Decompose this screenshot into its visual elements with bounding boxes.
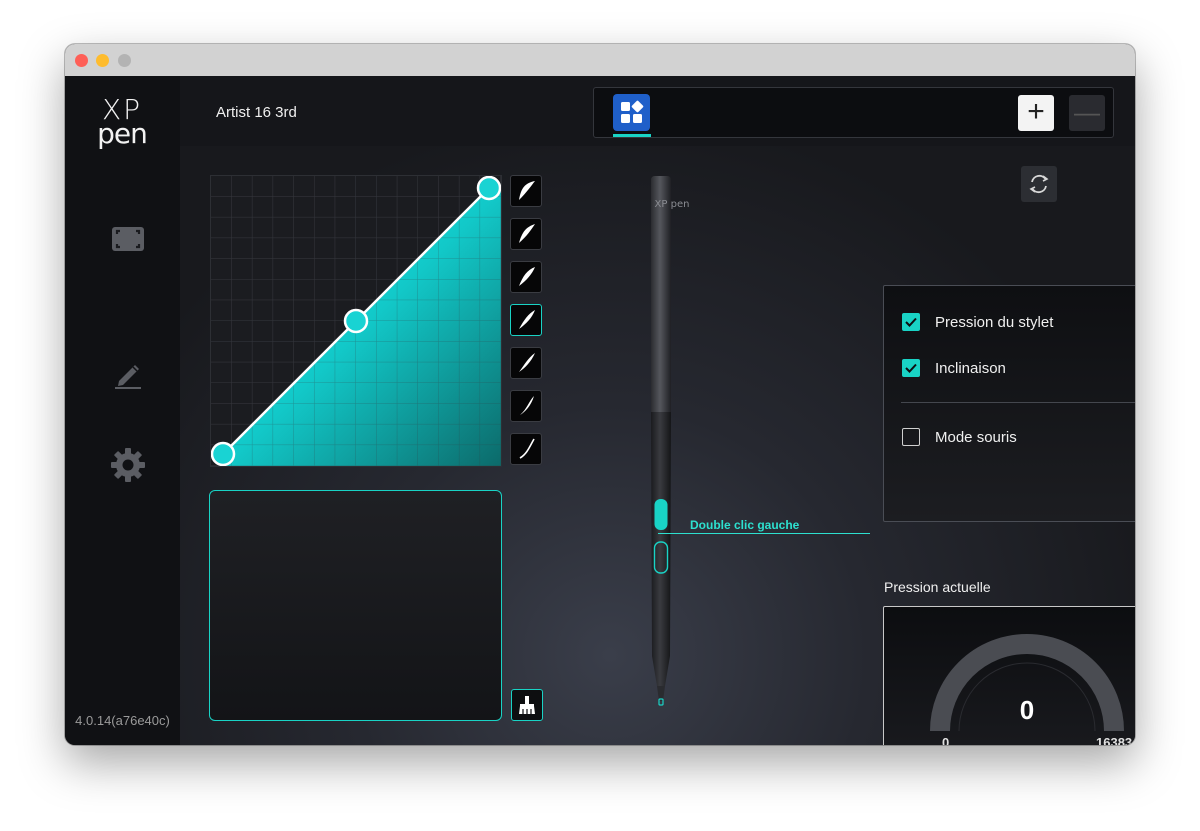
curve-preset-icon bbox=[520, 396, 534, 415]
pen-icon bbox=[115, 365, 141, 389]
zoom-window-button[interactable] bbox=[118, 54, 131, 67]
curve-preset-7[interactable] bbox=[510, 433, 542, 465]
minimize-window-button[interactable] bbox=[96, 54, 109, 67]
pen-upper-button bbox=[654, 499, 668, 530]
pen-pressure-checkbox[interactable] bbox=[902, 313, 920, 331]
stylus-illustration bbox=[632, 176, 692, 716]
curve-point-start bbox=[210, 441, 236, 467]
curve-preset-icon bbox=[519, 181, 535, 200]
app-bar: + — bbox=[593, 87, 1114, 138]
curve-preset-3[interactable] bbox=[510, 261, 542, 293]
pressure-min: 0 bbox=[942, 735, 950, 745]
curve-preset-icon bbox=[519, 224, 535, 243]
sidebar-item-settings[interactable] bbox=[109, 446, 147, 484]
brush-icon bbox=[519, 696, 535, 714]
all-apps-icon bbox=[621, 100, 644, 123]
pen-options-panel: Pression du stylet Inclinaison Mode sour… bbox=[883, 285, 1135, 522]
clear-test-area-button[interactable] bbox=[511, 689, 543, 721]
remove-app-button[interactable]: — bbox=[1069, 95, 1105, 131]
pen-pressure-label: Pression du stylet bbox=[935, 314, 1054, 331]
curve-point-mid bbox=[343, 308, 369, 334]
header-bar: Artist 16 3rd + — bbox=[180, 76, 1135, 147]
tilt-label: Inclinaison bbox=[935, 360, 1006, 377]
drawing-test-area[interactable] bbox=[209, 490, 502, 721]
curve-preset-icon bbox=[519, 438, 535, 459]
screen-mapping-icon bbox=[112, 227, 144, 251]
gear-icon bbox=[111, 448, 145, 482]
curve-preset-4[interactable] bbox=[510, 304, 542, 336]
checkmark-icon bbox=[905, 363, 917, 373]
sidebar: XP pen 4.0.14(a76e40c) bbox=[65, 76, 180, 745]
close-window-button[interactable] bbox=[75, 54, 88, 67]
sidebar-item-pen[interactable] bbox=[109, 354, 147, 392]
sidebar-item-screen-mapping[interactable] bbox=[109, 220, 147, 258]
pen-button-leader bbox=[658, 533, 732, 534]
refresh-icon bbox=[1029, 174, 1049, 194]
current-pressure-title: Pression actuelle bbox=[884, 579, 991, 595]
logo-text-bottom: pen bbox=[97, 117, 148, 150]
version-label: 4.0.14(a76e40c) bbox=[75, 713, 170, 728]
tilt-checkbox[interactable] bbox=[902, 359, 920, 377]
curve-preset-icon bbox=[519, 267, 535, 286]
pressure-curve-graph bbox=[210, 175, 502, 467]
mouse-mode-label: Mode souris bbox=[935, 429, 1017, 446]
device-name: Artist 16 3rd bbox=[216, 104, 297, 121]
reset-button[interactable] bbox=[1021, 166, 1057, 202]
curve-preset-1[interactable] bbox=[510, 175, 542, 207]
pressure-value: 0 bbox=[1019, 695, 1035, 725]
mouse-mode-checkbox[interactable] bbox=[902, 428, 920, 446]
pen-settings-panel: XP pen Double clic gauche Pression du st… bbox=[180, 146, 1135, 745]
pen-button-label-underline bbox=[732, 533, 870, 534]
pressure-curve-editor[interactable] bbox=[210, 175, 502, 467]
checkmark-icon bbox=[905, 317, 917, 327]
curve-preset-5[interactable] bbox=[510, 347, 542, 379]
curve-preset-6[interactable] bbox=[510, 390, 542, 422]
options-divider bbox=[901, 402, 1135, 403]
tab-selected-indicator bbox=[613, 134, 651, 137]
pressure-gauge: 0 0 16383 bbox=[883, 606, 1135, 745]
add-app-button[interactable]: + bbox=[1018, 95, 1054, 131]
pen-upper-button-label[interactable]: Double clic gauche bbox=[690, 518, 799, 532]
curve-preset-icon bbox=[519, 310, 535, 329]
curve-preset-icon bbox=[519, 353, 535, 372]
app-window: XP pen 4.0.14(a76e40c) Artist 16 3rd + —… bbox=[65, 44, 1135, 745]
curve-preset-2[interactable] bbox=[510, 218, 542, 250]
xppen-logo: XP pen bbox=[87, 96, 157, 154]
titlebar bbox=[65, 44, 1135, 76]
pressure-max: 16383 bbox=[1096, 735, 1133, 745]
pen-brand-mark: XP pen bbox=[654, 199, 690, 210]
tab-all-apps[interactable] bbox=[613, 94, 650, 131]
curve-point-end bbox=[476, 175, 502, 201]
